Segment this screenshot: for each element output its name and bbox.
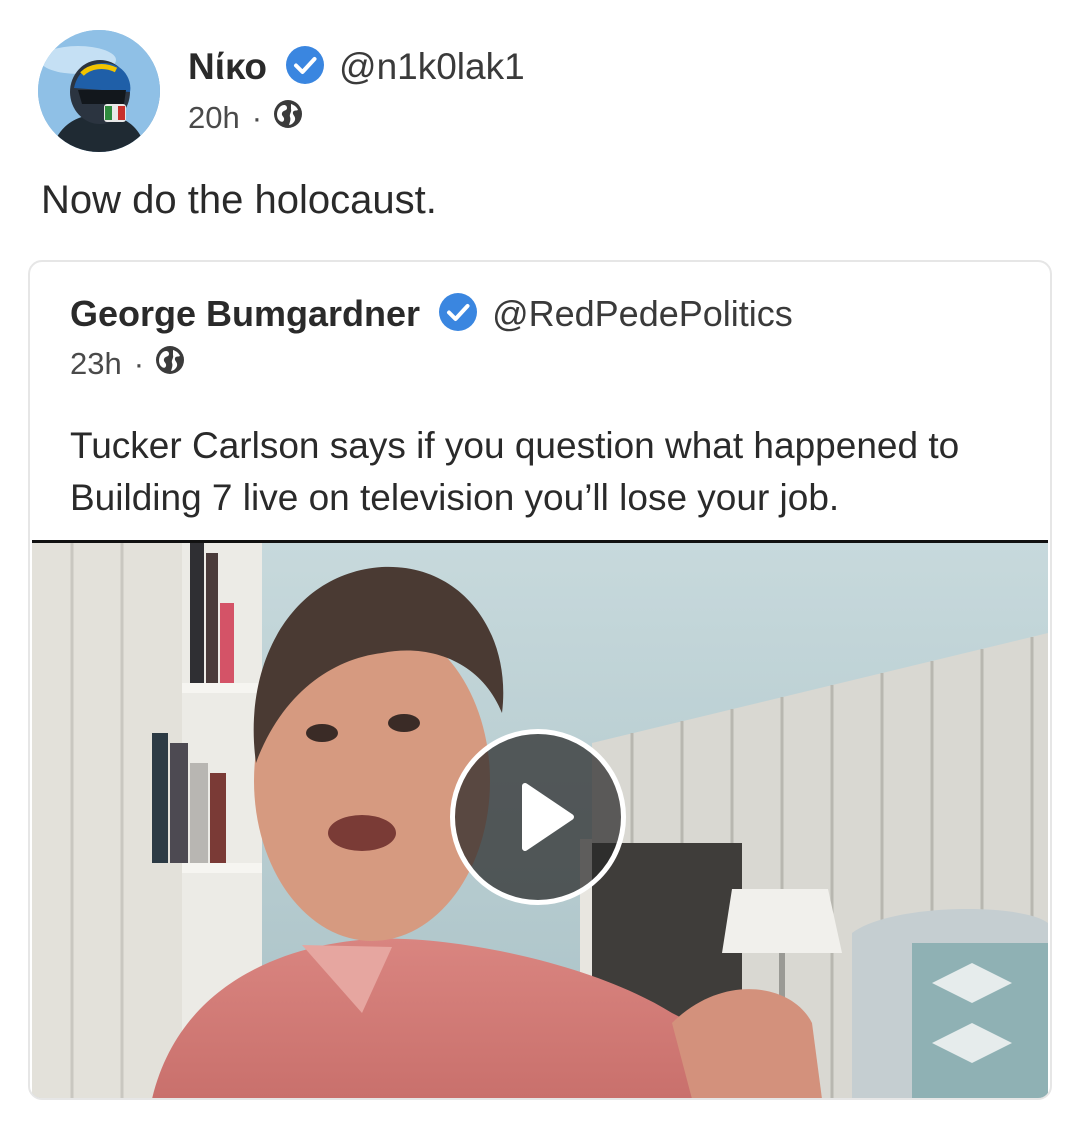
verified-badge-icon (438, 292, 478, 337)
author-handle[interactable]: @n1k0lak1 (339, 46, 525, 88)
post-meta: 20h · (188, 98, 304, 138)
quoted-post-timestamp[interactable]: 23h (70, 346, 122, 382)
author-line: Νίκο @n1k0lak1 (188, 42, 525, 92)
avatar[interactable] (38, 30, 160, 152)
meta-separator: · (133, 346, 145, 381)
post-text: Now do the holocaust. (41, 178, 437, 222)
author-display-name[interactable]: Νίκο (188, 46, 267, 88)
quoted-author-line: George Bumgardner @RedPedePolitics (70, 290, 793, 338)
globe-icon (272, 98, 304, 138)
video-player[interactable] (32, 540, 1048, 1098)
verified-badge-icon (285, 45, 325, 90)
avatar-image (38, 30, 160, 152)
quoted-author-handle[interactable]: @RedPedePolitics (492, 293, 793, 335)
post-timestamp[interactable]: 20h (188, 100, 240, 136)
quoted-post-card[interactable]: George Bumgardner @RedPedePolitics 23h ·… (28, 260, 1052, 1100)
quoted-author-display-name[interactable]: George Bumgardner (70, 293, 420, 335)
post: Νίκο @n1k0lak1 20h · Now do the holocaus… (0, 0, 1080, 1134)
play-button[interactable] (450, 729, 626, 905)
play-icon (522, 783, 574, 851)
globe-icon (154, 344, 186, 384)
quoted-post-text: Tucker Carlson says if you question what… (70, 425, 960, 518)
quoted-post-meta: 23h · (70, 344, 186, 384)
meta-separator: · (251, 100, 263, 135)
